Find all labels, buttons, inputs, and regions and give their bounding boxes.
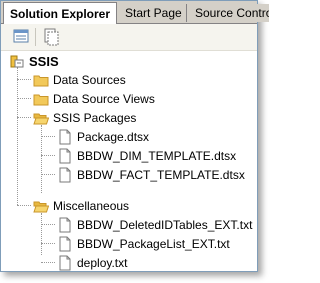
show-all-files-icon: [44, 28, 59, 46]
project-icon: [10, 55, 24, 68]
solution-tree: SSIS Data Sources Data Source Views SSIS…: [1, 51, 257, 271]
tree-root-ssis[interactable]: SSIS: [9, 52, 59, 70]
show-all-files-button[interactable]: [43, 28, 61, 46]
tree-item-bbdw-fact-template[interactable]: BBDW_FACT_TEMPLATE.dtsx: [57, 166, 245, 184]
tree-connector: [41, 174, 55, 175]
tab-source-control[interactable]: Source Control: [191, 4, 269, 22]
tree-item-data-source-views[interactable]: Data Source Views: [33, 90, 155, 108]
tab-solution-explorer[interactable]: Solution Explorer: [3, 2, 118, 24]
tree-item-deploy-txt[interactable]: deploy.txt: [57, 254, 127, 272]
tree-item-label: Data Sources: [53, 73, 126, 87]
folder-open-icon: [33, 201, 49, 213]
tree-connector: [17, 98, 31, 99]
file-icon: [59, 148, 71, 164]
tab-start-page[interactable]: Start Page: [121, 4, 187, 22]
tree-connector: [17, 117, 31, 118]
tree-item-label: BBDW_FACT_TEMPLATE.dtsx: [77, 168, 245, 182]
properties-button[interactable]: [13, 28, 31, 46]
toolbar: [1, 24, 257, 51]
tree-item-label: BBDW_PackageList_EXT.txt: [77, 237, 230, 251]
tree-connector: [41, 243, 55, 244]
tree-item-label: SSIS: [29, 53, 59, 69]
tree-item-package-dtsx[interactable]: Package.dtsx: [57, 128, 149, 146]
file-icon: [59, 129, 71, 145]
tab-strip: Solution Explorer Start Page Source Cont…: [1, 1, 269, 24]
tree-connector: [41, 155, 55, 156]
tree-connector: [41, 224, 55, 225]
tree-item-label: deploy.txt: [77, 256, 128, 270]
folder-icon: [33, 75, 49, 87]
file-icon: [59, 217, 71, 233]
properties-icon: [13, 29, 29, 43]
tree-connector: [41, 136, 55, 137]
tree-item-bbdw-package-list[interactable]: BBDW_PackageList_EXT.txt: [57, 235, 230, 253]
tree-item-label: Data Source Views: [53, 92, 155, 106]
tree-item-ssis-packages[interactable]: SSIS Packages: [33, 109, 136, 127]
tree-connector: [41, 213, 42, 255]
tree-item-bbdw-deleted-id-tables[interactable]: BBDW_DeletedIDTables_EXT.txt: [57, 216, 252, 234]
tree-connector: [17, 67, 18, 205]
tree-connector: [17, 205, 31, 206]
tree-item-bbdw-dim-template[interactable]: BBDW_DIM_TEMPLATE.dtsx: [57, 147, 236, 165]
tree-item-data-sources[interactable]: Data Sources: [33, 71, 126, 89]
file-icon: [59, 255, 71, 271]
folder-open-icon: [33, 113, 49, 125]
toolbar-separator: [35, 28, 36, 46]
tree-item-label: BBDW_DIM_TEMPLATE.dtsx: [77, 149, 237, 163]
tree-item-miscellaneous[interactable]: Miscellaneous: [33, 197, 129, 215]
solution-explorer-panel: Solution Explorer Start Page Source Cont…: [0, 0, 269, 272]
folder-icon: [33, 94, 49, 106]
tree-connector: [17, 79, 31, 80]
file-icon: [59, 236, 71, 252]
tree-item-label: BBDW_DeletedIDTables_EXT.txt: [77, 218, 253, 232]
tree-item-label: Miscellaneous: [53, 199, 130, 213]
tree-connector: [41, 262, 55, 263]
file-icon: [59, 167, 71, 183]
tree-item-label: SSIS Packages: [53, 111, 137, 125]
tree-item-label: Package.dtsx: [77, 130, 150, 144]
